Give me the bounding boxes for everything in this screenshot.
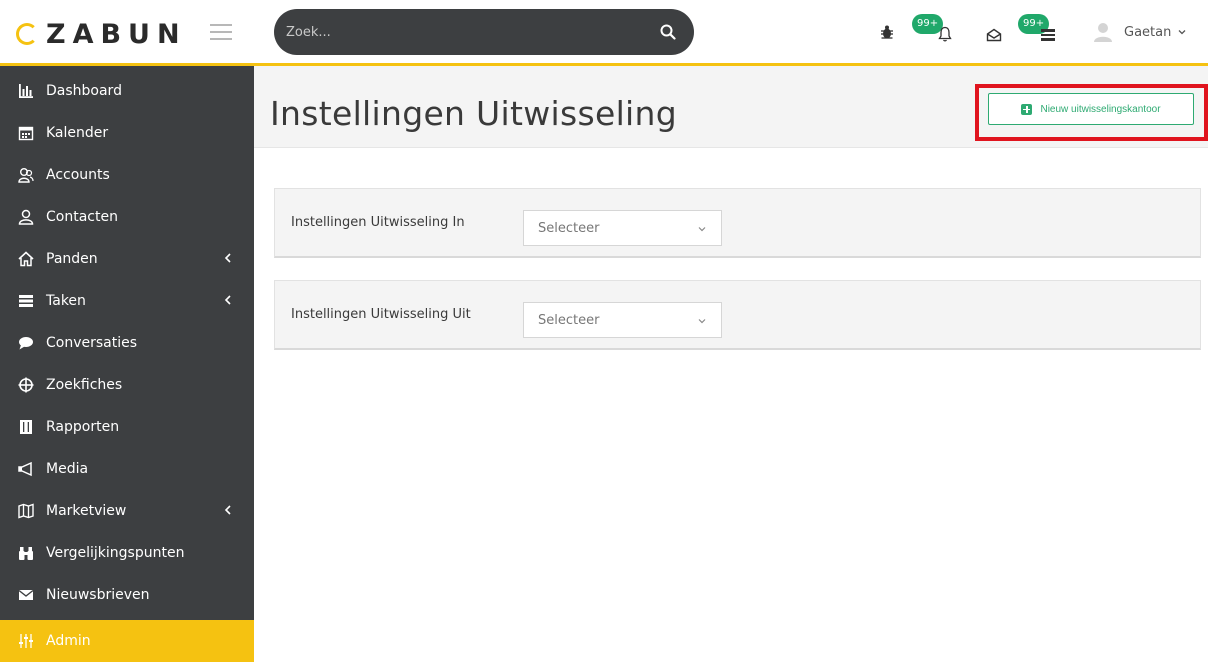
sidebar-item-nieuwsbrieven[interactable]: Nieuwsbrieven <box>0 574 254 616</box>
sidebar-item-label: Accounts <box>46 167 110 183</box>
select-exchange-out[interactable]: Selecteer <box>523 302 722 338</box>
sidebar-item-vergelijkingspunten[interactable]: Vergelijkingspunten <box>0 532 254 574</box>
sidebar-item-label: Conversaties <box>46 335 138 351</box>
sidebar-item-admin[interactable]: Admin <box>0 620 254 662</box>
select-value: Selecteer <box>538 221 600 236</box>
user-icon <box>18 209 34 225</box>
sidebar-item-zoekfiches[interactable]: Zoekfiches <box>0 364 254 406</box>
logo-ring-icon <box>16 23 38 45</box>
chevron-left-icon <box>224 295 231 305</box>
crosshair-icon <box>18 377 34 393</box>
top-bar: ZABUN 99+ 99+ Gaetan <box>0 0 1208 66</box>
menu-toggle-icon[interactable] <box>210 24 232 40</box>
settings-panel-out: Instellingen Uitwisseling Uit Selecteer <box>274 280 1201 350</box>
search-input[interactable] <box>286 9 646 55</box>
sidebar-item-label: Nieuwsbrieven <box>46 587 150 603</box>
sidebar-item-label: Vergelijkingspunten <box>46 545 185 561</box>
tasks-icon <box>19 295 33 307</box>
chevron-down-icon <box>698 319 706 324</box>
sidebar-item-label: Media <box>46 461 89 477</box>
bar-chart-icon <box>19 84 33 98</box>
brand-name: ZABUN <box>46 18 187 50</box>
sidebar-item-conversaties[interactable]: Conversaties <box>0 322 254 364</box>
page-title: Instellingen Uitwisseling <box>270 94 677 133</box>
sliders-icon <box>19 634 33 648</box>
megaphone-icon <box>18 461 32 477</box>
bug-icon[interactable] <box>880 24 894 40</box>
chevron-left-icon <box>224 505 231 515</box>
settings-label-in: Instellingen Uitwisseling In <box>291 215 465 230</box>
sidebar-item-label: Contacten <box>46 209 118 225</box>
user-name: Gaetan <box>1124 24 1172 40</box>
sidebar-item-contacten[interactable]: Contacten <box>0 196 254 238</box>
bell-icon[interactable] <box>938 26 952 42</box>
sidebar-item-label: Panden <box>46 251 98 267</box>
sidebar-item-rapporten[interactable]: Rapporten <box>0 406 254 448</box>
sidebar-item-label: Zoekfiches <box>46 377 123 393</box>
highlight-box <box>975 84 1208 141</box>
book-icon <box>20 420 32 434</box>
home-icon <box>18 251 34 267</box>
sidebar-item-media[interactable]: Media <box>0 448 254 490</box>
chevron-left-icon <box>224 253 231 263</box>
user-menu[interactable]: Gaetan <box>1092 21 1187 43</box>
sidebar-item-label: Rapporten <box>46 419 120 435</box>
tasks-list-icon[interactable] <box>1040 28 1056 42</box>
chevron-down-icon <box>698 227 706 232</box>
sidebar-item-kalender[interactable]: Kalender <box>0 112 254 154</box>
avatar-icon <box>1094 23 1112 42</box>
envelope-icon <box>18 589 34 600</box>
settings-label-out: Instellingen Uitwisseling Uit <box>291 307 471 322</box>
calendar-icon <box>18 126 34 141</box>
select-exchange-in[interactable]: Selecteer <box>523 210 722 246</box>
sidebar-item-panden[interactable]: Panden <box>0 238 254 280</box>
select-value: Selecteer <box>538 313 600 328</box>
map-icon <box>18 503 34 519</box>
binoculars-icon <box>19 547 33 560</box>
users-icon <box>18 168 34 183</box>
search-bar <box>274 9 694 55</box>
envelope-open-icon[interactable] <box>986 28 1002 42</box>
sidebar-item-dashboard[interactable]: Dashboard <box>0 70 254 112</box>
chevron-down-icon <box>1178 30 1186 35</box>
settings-panel-in: Instellingen Uitwisseling In Selecteer <box>274 188 1201 258</box>
sidebar-item-marketview[interactable]: Marketview <box>0 490 254 532</box>
search-icon[interactable] <box>660 24 676 40</box>
sidebar-item-label: Admin <box>46 633 91 649</box>
sidebar-item-label: Marketview <box>46 503 127 519</box>
sidebar-item-label: Dashboard <box>46 83 122 99</box>
chat-icon <box>19 337 33 350</box>
sidebar-item-accounts[interactable]: Accounts <box>0 154 254 196</box>
sidebar-item-label: Kalender <box>46 125 109 141</box>
sidebar: Dashboard Kalender Accounts Contacten Pa… <box>0 66 254 662</box>
sidebar-item-label: Taken <box>46 293 86 309</box>
brand-logo[interactable]: ZABUN <box>16 18 187 50</box>
sidebar-item-taken[interactable]: Taken <box>0 280 254 322</box>
